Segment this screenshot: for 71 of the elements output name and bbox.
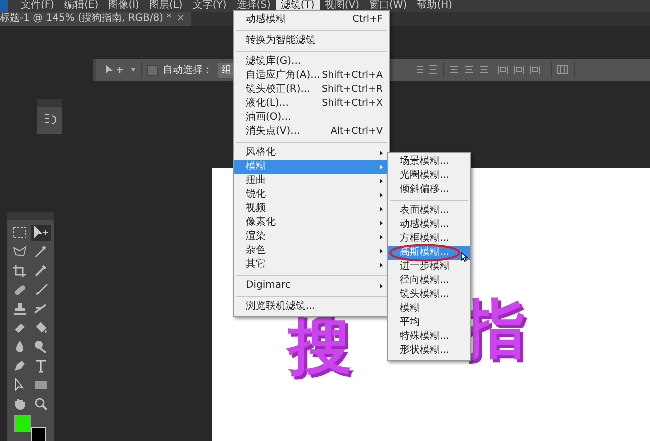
menu-item[interactable]: 编辑(E) (60, 0, 104, 12)
menu-item-label: 风格化 (246, 146, 276, 160)
menu-item[interactable]: 滤镜库(G)... (234, 55, 389, 69)
shortcut-label: Shift+Ctrl+A (322, 69, 383, 83)
menu-item[interactable]: 镜头校正(R)... Shift+Ctrl+R (234, 83, 389, 97)
menu-item[interactable]: 其它 (234, 258, 389, 272)
caret-icon[interactable] (131, 68, 136, 72)
menu-item[interactable]: 光圈模糊... (388, 169, 470, 183)
menu-item-label: 消失点(V)... (246, 125, 300, 139)
menu-item[interactable]: 图像(I) (104, 0, 144, 12)
menu-item[interactable]: 动感模糊... (388, 218, 470, 232)
document-tab[interactable]: 标题-1 @ 145% (搜狗指南, RGB/8) * × (0, 12, 192, 26)
shortcut-label: Shift+Ctrl+R (322, 83, 383, 97)
menu-item[interactable]: 帮助(H) (412, 0, 458, 12)
menu-item-label: 模糊 (246, 160, 266, 174)
menu-item-label: 像素化 (246, 216, 276, 230)
background-color-swatch[interactable] (31, 427, 46, 441)
menu-item[interactable]: 杂色 (234, 244, 389, 258)
auto-align-icon[interactable] (557, 65, 569, 75)
menu-item[interactable]: 扭曲 (234, 174, 389, 188)
menu-item[interactable]: 像素化 (234, 216, 389, 230)
menu-item[interactable]: 锐化 (234, 188, 389, 202)
move-icon[interactable] (30, 225, 51, 241)
menu-item[interactable]: 转换为智能滤镜 (234, 34, 389, 48)
menu-item[interactable]: Digimarc (234, 279, 389, 293)
menu-item-label: 滤镜库(G)... (246, 55, 302, 69)
menu-item-label: 转换为智能滤镜 (246, 34, 316, 48)
canvas-text: 搜 (288, 314, 352, 378)
menu-item[interactable]: 视图(V) (320, 0, 364, 12)
menu-item-label: 镜头校正(R)... (246, 83, 310, 97)
menu-item[interactable]: 进一步模糊 (388, 260, 470, 274)
menu-item-label: 视频 (246, 202, 266, 216)
close-button[interactable]: × (176, 12, 186, 26)
menu-item-label: Digimarc (246, 279, 291, 293)
menu-item[interactable]: 渲染 (234, 230, 389, 244)
move-tool-icon[interactable] (104, 64, 126, 76)
menu-item[interactable]: 图层(L) (144, 0, 188, 12)
shortcut-label: Shift+Ctrl+X (322, 97, 383, 111)
menu-item-label: 动感模糊 (246, 13, 286, 27)
menu-item-label: 油画(O)... (246, 111, 292, 125)
menu-item-label: 扭曲 (246, 174, 266, 188)
menu-item-label: 锐化 (246, 188, 266, 202)
menu-item-label: 渲染 (246, 230, 266, 244)
menu-item[interactable]: 风格化 (234, 146, 389, 160)
menu-item[interactable]: 场景模糊... (388, 155, 470, 169)
menu-item[interactable]: 动感模糊 Ctrl+F (234, 13, 389, 27)
menu-item[interactable]: 油画(O)... (234, 111, 389, 125)
shortcut-label: Alt+Ctrl+V (330, 125, 383, 139)
menu-item[interactable]: 表面模糊... (388, 204, 470, 218)
pointer-cursor-icon (461, 252, 468, 262)
menu-item[interactable]: 液化(L)... Shift+Ctrl+X (234, 97, 389, 111)
auto-select-checkbox[interactable] (147, 64, 158, 76)
app-logo-icon (0, 0, 8, 12)
menu-item[interactable]: 视频 (234, 202, 389, 216)
menu-item[interactable]: 消失点(V)... Alt+Ctrl+V (234, 125, 389, 139)
auto-select-label: 自动选择： (163, 64, 213, 77)
menu-item-label: 自适应广角(A)... (246, 69, 320, 83)
align-icon[interactable] (416, 65, 438, 75)
menu-item[interactable]: 径向模糊... (388, 274, 470, 288)
menu-item[interactable]: 倾斜偏移... (388, 183, 470, 197)
menu-item[interactable]: 方框模糊... (388, 232, 470, 246)
menu-item[interactable]: 选择(S) (232, 0, 276, 12)
menu-item-label: 浏览联机滤镜... (246, 300, 316, 314)
menu-item-label: 其它 (246, 258, 266, 272)
menu-item[interactable]: 浏览联机滤镜... (234, 300, 389, 314)
foreground-color-swatch[interactable] (14, 415, 31, 432)
menu-item[interactable]: 自适应广角(A)... Shift+Ctrl+A (234, 69, 389, 83)
shortcut-label: Ctrl+F (352, 13, 383, 27)
menu-item-label: 杂色 (246, 244, 266, 258)
menu-item-label: 液化(L)... (246, 97, 289, 111)
history-icon[interactable] (44, 113, 56, 127)
